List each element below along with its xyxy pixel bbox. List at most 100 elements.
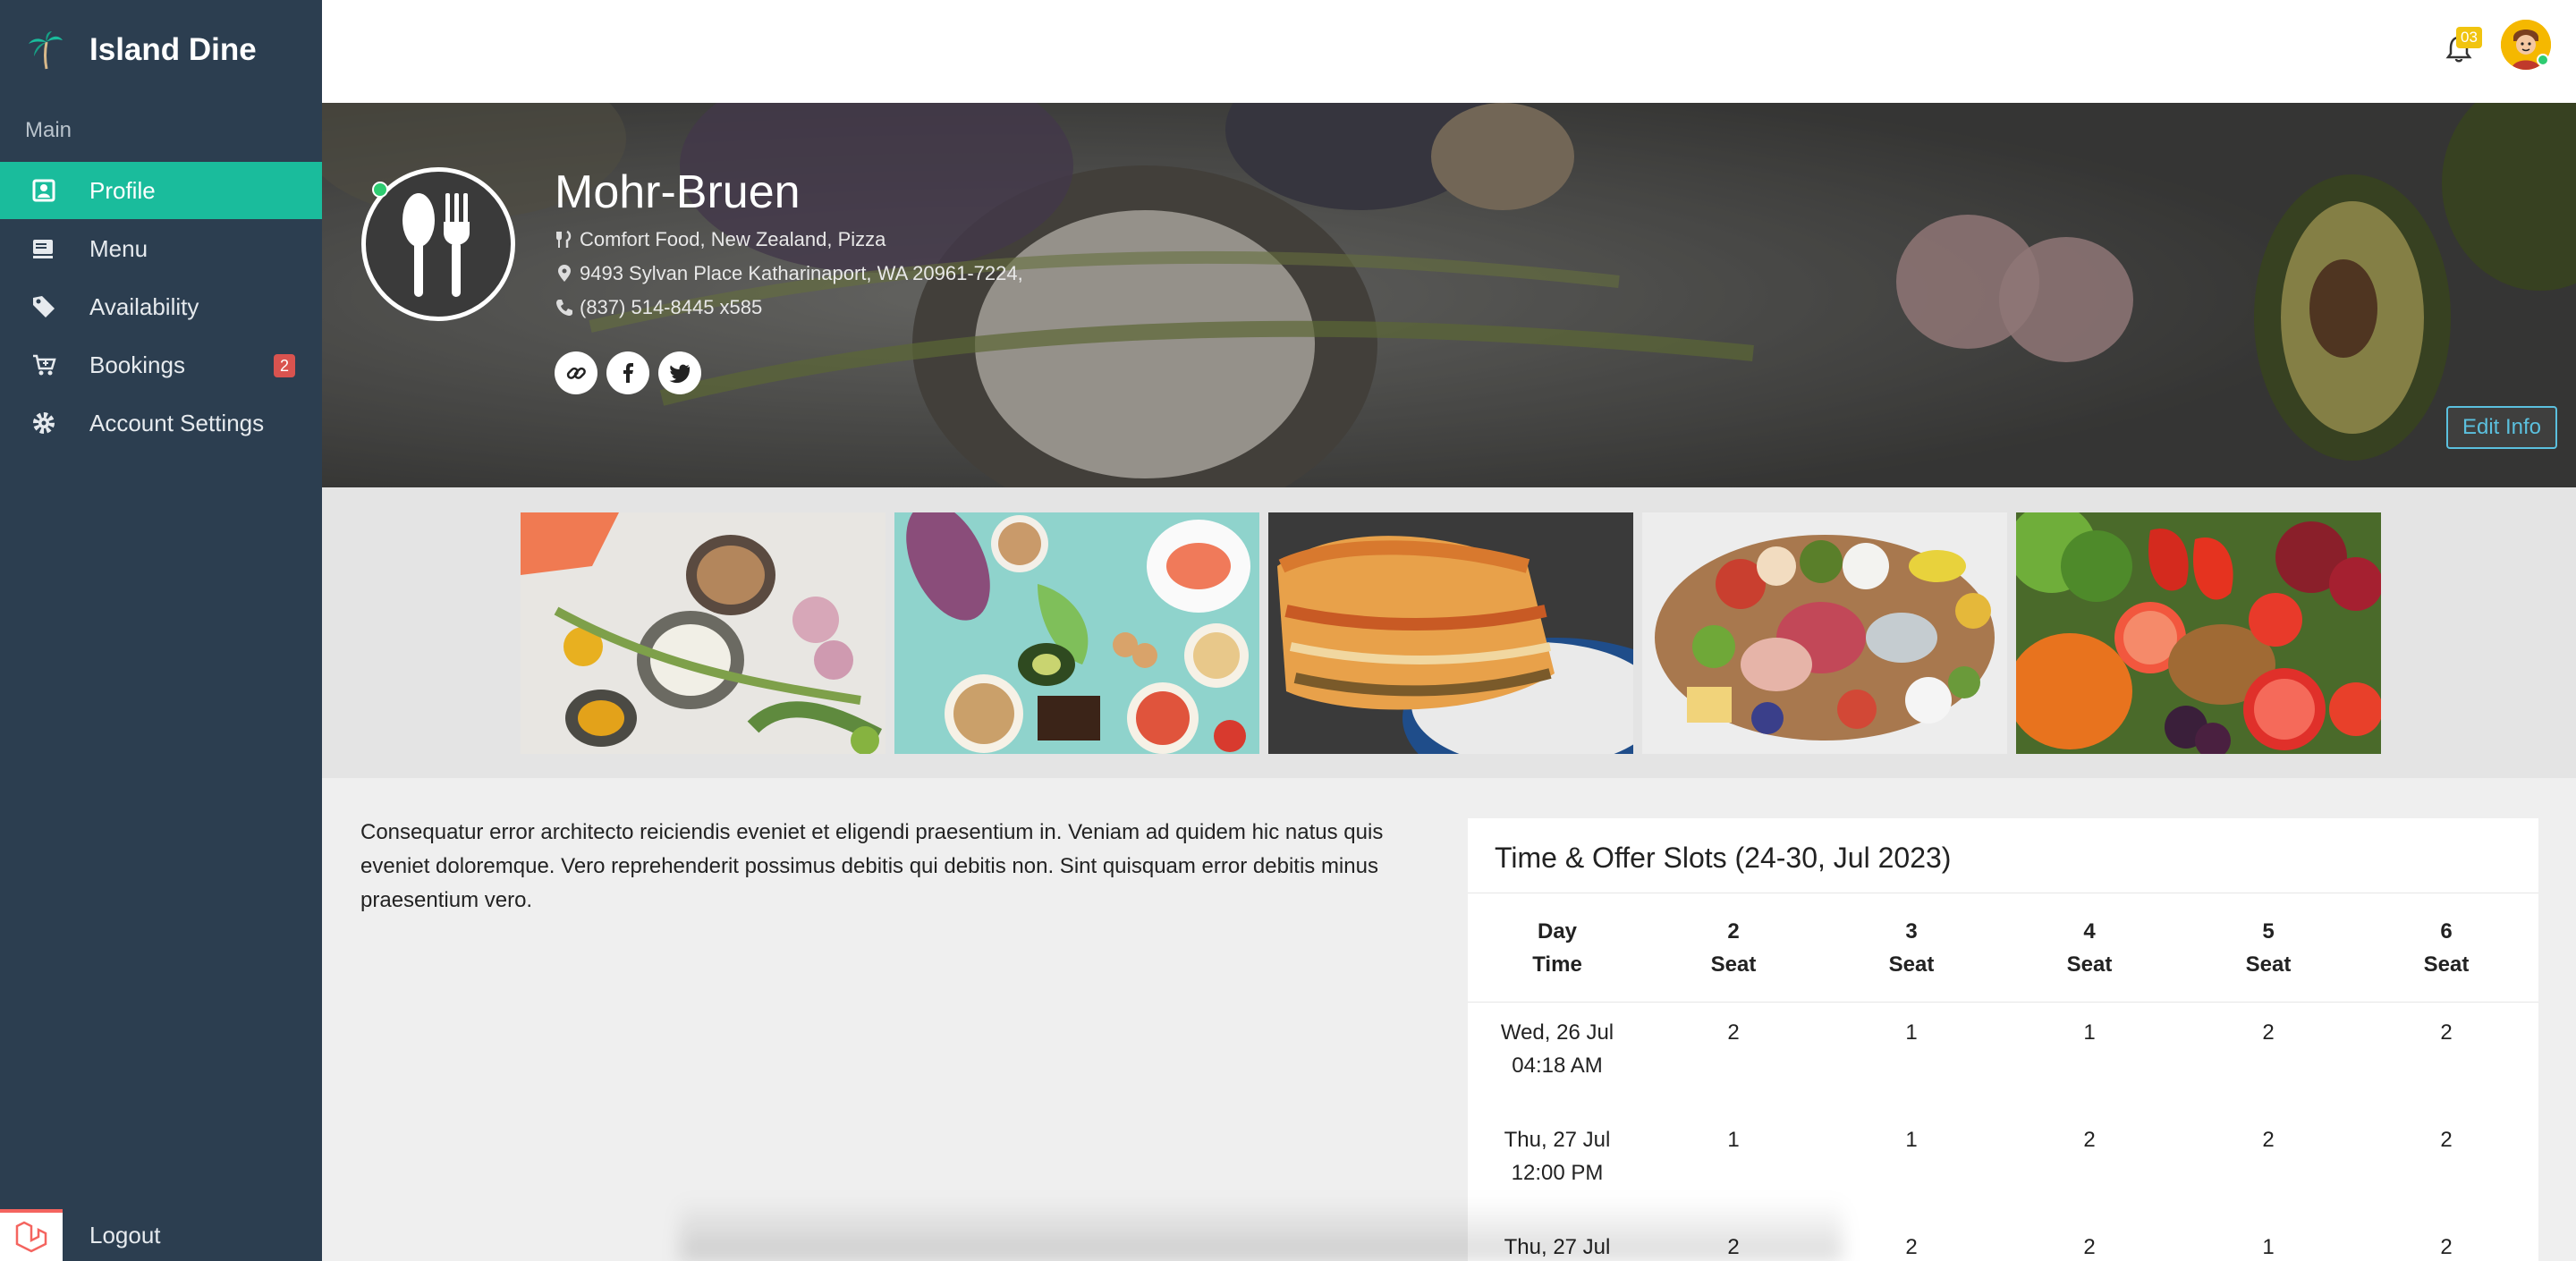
slots-table-header: Day Time 2 Seat 3 Seat 4 Seat 5 Seat 6 S… — [1468, 893, 2538, 1003]
gear-icon — [30, 410, 57, 436]
slot-cell[interactable]: 1 — [2036, 1016, 2143, 1049]
header-seat-5: 5 Seat — [2215, 915, 2322, 981]
header-top: Day — [1537, 919, 1578, 944]
sidebar-item-availability[interactable]: Availability — [0, 278, 322, 335]
sidebar-item-profile[interactable]: Profile — [0, 162, 322, 219]
brand[interactable]: Island Dine — [25, 27, 257, 73]
social-links — [555, 351, 710, 394]
slot-cell[interactable]: 2 — [2215, 1123, 2322, 1156]
sidebar-item-label: Profile — [89, 176, 156, 204]
edit-info-button[interactable]: Edit Info — [2446, 406, 2557, 449]
logout-label: Logout — [89, 1221, 161, 1248]
palm-tree-icon — [29, 31, 63, 70]
sidebar-item-label: Availability — [89, 292, 199, 320]
slot-cell[interactable]: 2 — [1680, 1016, 1787, 1049]
slot-cell[interactable]: 1 — [1858, 1016, 1965, 1049]
app-name: Island Dine — [89, 32, 257, 67]
profile-cover: Mohr-Bruen Comfort Food, New Zealand, Pi… — [322, 103, 2576, 487]
slot-cell[interactable]: 2 — [2215, 1016, 2322, 1049]
header-bottom: Seat — [1710, 952, 1757, 977]
header-seat-4: 4 Seat — [2036, 915, 2143, 981]
photo-gallery — [322, 487, 2576, 778]
header-top: 6 — [2440, 919, 2453, 944]
gallery-photo[interactable] — [2016, 512, 2381, 754]
table-row: Thu, 27 Jul 12:00 PM 1 1 2 2 2 — [1468, 1123, 2538, 1231]
row-day: Thu, 27 Jul — [1504, 1128, 1611, 1152]
header-seat-3: 3 Seat — [1858, 915, 1965, 981]
address-text: 9493 Sylvan Place Katharinaport, WA 2096… — [580, 262, 1023, 284]
gallery-photo[interactable] — [894, 512, 1259, 754]
slot-cell[interactable]: 2 — [1680, 1231, 1787, 1261]
sidebar-item-label: Bookings — [89, 351, 185, 378]
bookings-count-badge: 2 — [274, 354, 295, 377]
cuisine-line: Comfort Food, New Zealand, Pizza — [555, 228, 886, 251]
row-time: 12:00 PM — [1511, 1161, 1604, 1185]
slot-cell[interactable]: 1 — [1680, 1123, 1787, 1156]
phone-line: (837) 514-8445 x585 — [555, 296, 762, 319]
spoon-fork-icon — [402, 193, 470, 297]
website-link-button[interactable] — [555, 351, 597, 394]
notification-count-badge: 03 — [2456, 27, 2482, 48]
logout-button[interactable]: Logout — [0, 1209, 322, 1261]
section-label-main: Main — [25, 118, 72, 142]
address-line: 9493 Sylvan Place Katharinaport, WA 2096… — [555, 262, 1023, 285]
row-day-time: Wed, 26 Jul 04:18 AM — [1486, 1016, 1629, 1082]
header-bottom: Seat — [2245, 952, 2292, 977]
topbar — [322, 0, 2576, 103]
restaurant-name: Mohr-Bruen — [555, 166, 801, 218]
slot-cell[interactable]: 1 — [2215, 1231, 2322, 1261]
header-bottom: Seat — [1888, 952, 1935, 977]
sidebar-item-bookings[interactable]: Bookings 2 — [0, 336, 322, 394]
row-day-time: Thu, 27 Jul 12:00 PM — [1486, 1123, 1629, 1189]
facebook-icon — [623, 363, 633, 383]
header-top: 3 — [1905, 919, 1918, 944]
laravel-logo — [0, 1209, 63, 1261]
food-photo — [1268, 512, 1633, 754]
row-day: Thu, 27 Jul — [1504, 1235, 1611, 1259]
cuisine-text: Comfort Food, New Zealand, Pizza — [580, 228, 886, 250]
header-seat-2: 2 Seat — [1680, 915, 1787, 981]
slot-cell[interactable]: 2 — [2393, 1016, 2500, 1049]
cart-icon — [30, 351, 57, 378]
sidebar-nav: Profile Menu Availability Bookings 2 Acc… — [0, 162, 322, 453]
map-marker-icon — [558, 265, 571, 282]
sidebar-item-label: Menu — [89, 234, 148, 262]
sidebar: Island Dine Main Profile Menu Availabili… — [0, 0, 322, 1261]
header-bottom: Seat — [2066, 952, 2113, 977]
header-top: 5 — [2262, 919, 2275, 944]
sidebar-item-menu[interactable]: Menu — [0, 220, 322, 277]
sidebar-item-account-settings[interactable]: Account Settings — [0, 394, 322, 452]
slot-cell[interactable]: 2 — [2393, 1123, 2500, 1156]
food-photo — [521, 512, 886, 754]
gallery-photo[interactable] — [1642, 512, 2007, 754]
cover-image — [322, 103, 2576, 487]
phone-text: (837) 514-8445 x585 — [580, 296, 763, 318]
link-icon — [566, 367, 586, 379]
restaurant-online-dot — [372, 182, 388, 198]
header-seat-6: 6 Seat — [2393, 915, 2500, 981]
slot-cell[interactable]: 2 — [1858, 1231, 1965, 1261]
slot-cell[interactable]: 2 — [2036, 1231, 2143, 1261]
twitter-icon — [669, 364, 690, 384]
header-top: 2 — [1727, 919, 1740, 944]
restaurant-description: Consequatur error architecto reiciendis … — [360, 820, 1384, 912]
food-photo — [2016, 512, 2381, 754]
slots-title: Time & Offer Slots (24-30, Jul 2023) — [1495, 842, 1952, 874]
row-day: Wed, 26 Jul — [1500, 1020, 1614, 1045]
header-top: 4 — [2083, 919, 2096, 944]
twitter-link-button[interactable] — [658, 351, 701, 394]
slot-cell[interactable]: 2 — [2036, 1123, 2143, 1156]
header-day-time: Day Time — [1486, 915, 1629, 981]
slot-cell[interactable]: 1 — [1858, 1123, 1965, 1156]
time-offer-slots-card: Time & Offer Slots (24-30, Jul 2023) Day… — [1468, 818, 2538, 1261]
laravel-icon — [15, 1221, 47, 1253]
food-photo — [894, 512, 1259, 754]
row-day-time: Thu, 27 Jul — [1486, 1231, 1629, 1261]
header-bottom: Seat — [2423, 952, 2470, 977]
table-row: Thu, 27 Jul 2 2 2 1 2 — [1468, 1231, 2538, 1261]
online-status-dot — [2537, 54, 2549, 66]
gallery-photo[interactable] — [521, 512, 886, 754]
slot-cell[interactable]: 2 — [2393, 1231, 2500, 1261]
facebook-link-button[interactable] — [606, 351, 649, 394]
gallery-photo[interactable] — [1268, 512, 1633, 754]
